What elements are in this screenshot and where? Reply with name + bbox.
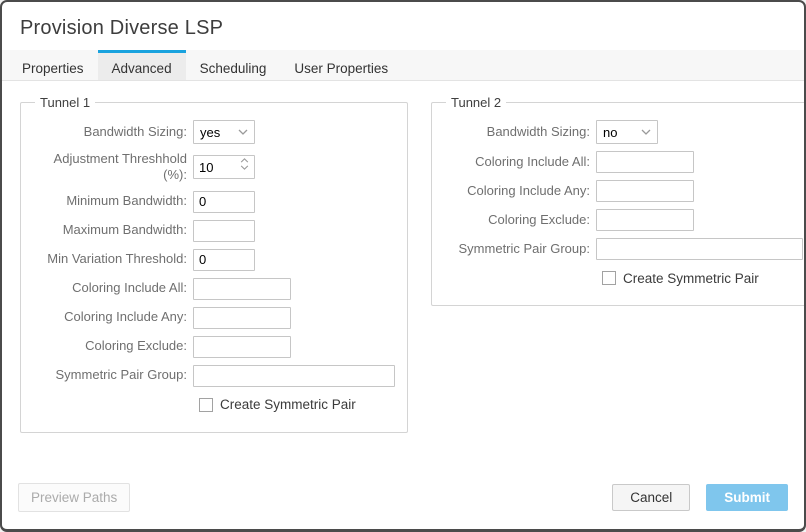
- tunnel1-adjustment-threshold-input[interactable]: [194, 157, 234, 177]
- tunnel2-bandwidth-sizing-value: no: [603, 125, 617, 140]
- tunnel1-create-symmetric-pair-row: Create Symmetric Pair: [33, 394, 395, 416]
- tunnel1-coloring-exclude-input[interactable]: [193, 336, 291, 358]
- spinner-arrows-icon[interactable]: [240, 158, 249, 170]
- tunnel2-coloring-exclude-label: Coloring Exclude:: [444, 212, 596, 228]
- tunnel1-min-variation-threshold-input[interactable]: [193, 249, 255, 271]
- tab-scheduling[interactable]: Scheduling: [186, 50, 281, 80]
- tunnel2-coloring-include-all-input[interactable]: [596, 151, 694, 173]
- tunnel1-coloring-include-any-row: Coloring Include Any:: [33, 307, 395, 329]
- tunnel1-create-symmetric-pair-label: Create Symmetric Pair: [220, 397, 356, 412]
- tunnel2-coloring-include-all-label: Coloring Include All:: [444, 154, 596, 170]
- tunnel2-coloring-include-any-label: Coloring Include Any:: [444, 183, 596, 199]
- tunnel2-symmetric-pair-group-input[interactable]: [596, 238, 803, 260]
- tunnel2-panel: Tunnel 2 Bandwidth Sizing: no Coloring I…: [431, 95, 806, 306]
- tunnel2-bandwidth-sizing-select[interactable]: no: [596, 120, 658, 144]
- tunnel2-create-symmetric-pair-row: Create Symmetric Pair: [444, 267, 803, 289]
- provision-diverse-lsp-dialog: Provision Diverse LSP Properties Advance…: [0, 0, 806, 532]
- tunnel1-coloring-include-all-label: Coloring Include All:: [33, 280, 193, 296]
- tunnel1-panel: Tunnel 1 Bandwidth Sizing: yes Adjustmen…: [20, 95, 408, 433]
- tunnel1-adjustment-threshold-spinner[interactable]: [193, 155, 255, 179]
- tunnel1-coloring-exclude-row: Coloring Exclude:: [33, 336, 395, 358]
- tunnel1-minimum-bandwidth-label: Minimum Bandwidth:: [33, 193, 193, 209]
- chevron-down-icon: [238, 129, 248, 135]
- tunnel2-legend: Tunnel 2: [446, 95, 506, 110]
- tunnel2-create-symmetric-pair-checkbox[interactable]: [602, 271, 616, 285]
- tunnel1-legend: Tunnel 1: [35, 95, 95, 110]
- tunnel1-maximum-bandwidth-input[interactable]: [193, 220, 255, 242]
- preview-paths-button[interactable]: Preview Paths: [18, 483, 130, 512]
- tunnel2-bandwidth-sizing-label: Bandwidth Sizing:: [444, 124, 596, 140]
- tunnel1-bandwidth-sizing-select[interactable]: yes: [193, 120, 255, 144]
- tunnel1-bandwidth-sizing-row: Bandwidth Sizing: yes: [33, 120, 395, 144]
- page-title: Provision Diverse LSP: [20, 17, 786, 40]
- tunnel1-symmetric-pair-group-input[interactable]: [193, 365, 395, 387]
- tunnel2-symmetric-pair-group-row: Symmetric Pair Group:: [444, 238, 803, 260]
- tunnel2-coloring-exclude-input[interactable]: [596, 209, 694, 231]
- tunnel1-coloring-include-all-input[interactable]: [193, 278, 291, 300]
- tunnel1-min-variation-threshold-label: Min Variation Threshold:: [33, 251, 193, 267]
- tab-properties[interactable]: Properties: [8, 50, 98, 80]
- chevron-down-icon: [641, 129, 651, 135]
- tunnel2-create-symmetric-pair-label: Create Symmetric Pair: [623, 271, 759, 286]
- tunnel1-symmetric-pair-group-row: Symmetric Pair Group:: [33, 365, 395, 387]
- tunnel2-coloring-include-any-input[interactable]: [596, 180, 694, 202]
- tunnel1-min-variation-threshold-row: Min Variation Threshold:: [33, 249, 395, 271]
- tunnel1-coloring-include-any-input[interactable]: [193, 307, 291, 329]
- tunnel2-coloring-include-any-row: Coloring Include Any:: [444, 180, 803, 202]
- tab-bar: Properties Advanced Scheduling User Prop…: [2, 50, 804, 81]
- tunnel1-adjustment-threshold-row: Adjustment Threshhold (%):: [33, 151, 395, 184]
- tab-user-properties[interactable]: User Properties: [280, 50, 402, 80]
- tunnel2-bandwidth-sizing-row: Bandwidth Sizing: no: [444, 120, 803, 144]
- tunnel1-maximum-bandwidth-row: Maximum Bandwidth:: [33, 220, 395, 242]
- tunnel1-minimum-bandwidth-row: Minimum Bandwidth:: [33, 191, 395, 213]
- dialog-footer: Preview Paths Cancel Submit: [2, 483, 804, 529]
- tunnel2-symmetric-pair-group-label: Symmetric Pair Group:: [444, 241, 596, 257]
- tunnel1-adjustment-threshold-label: Adjustment Threshhold (%):: [33, 151, 193, 184]
- tunnel1-symmetric-pair-group-label: Symmetric Pair Group:: [33, 367, 193, 383]
- tab-content-advanced: Tunnel 1 Bandwidth Sizing: yes Adjustmen…: [2, 81, 804, 483]
- tunnel1-bandwidth-sizing-label: Bandwidth Sizing:: [33, 124, 193, 140]
- tunnel1-bandwidth-sizing-value: yes: [200, 125, 220, 140]
- titlebar: Provision Diverse LSP: [2, 2, 804, 50]
- tunnel1-minimum-bandwidth-input[interactable]: [193, 191, 255, 213]
- tunnel1-coloring-exclude-label: Coloring Exclude:: [33, 338, 193, 354]
- tunnel2-coloring-exclude-row: Coloring Exclude:: [444, 209, 803, 231]
- footer-action-buttons: Cancel Submit: [612, 484, 788, 511]
- tunnel2-coloring-include-all-row: Coloring Include All:: [444, 151, 803, 173]
- tunnel1-coloring-include-any-label: Coloring Include Any:: [33, 309, 193, 325]
- tunnel1-maximum-bandwidth-label: Maximum Bandwidth:: [33, 222, 193, 238]
- submit-button[interactable]: Submit: [706, 484, 788, 511]
- tab-advanced[interactable]: Advanced: [98, 50, 186, 80]
- cancel-button[interactable]: Cancel: [612, 484, 690, 511]
- tunnel1-coloring-include-all-row: Coloring Include All:: [33, 278, 395, 300]
- tunnel1-create-symmetric-pair-checkbox[interactable]: [199, 398, 213, 412]
